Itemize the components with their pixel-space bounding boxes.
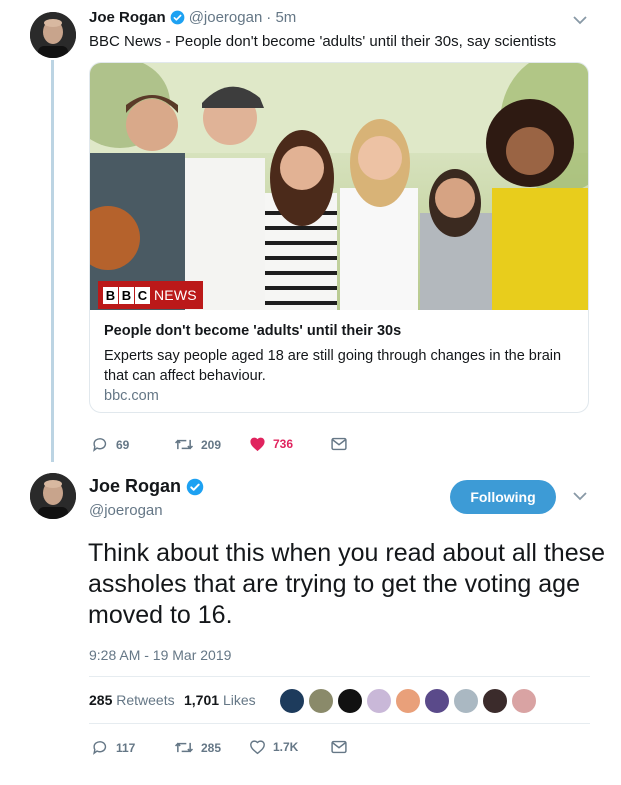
reply-icon bbox=[93, 438, 107, 452]
likes-count: 1,701 bbox=[184, 692, 220, 708]
message-icon bbox=[331, 437, 347, 451]
liker-avatar[interactable] bbox=[511, 688, 537, 714]
retweet-button[interactable]: 209 bbox=[174, 436, 221, 453]
liker-avatar[interactable] bbox=[308, 688, 334, 714]
logo-letter: B bbox=[103, 286, 118, 304]
tweet-time[interactable]: · 5m bbox=[266, 9, 296, 26]
reply-button[interactable]: 117 bbox=[92, 739, 135, 756]
liker-avatar[interactable] bbox=[424, 688, 450, 714]
liker-avatar[interactable] bbox=[337, 688, 363, 714]
likes-label: Likes bbox=[222, 692, 256, 708]
card-domain: bbc.com bbox=[104, 388, 159, 404]
heart-icon bbox=[250, 437, 265, 452]
liker-avatar[interactable] bbox=[453, 688, 479, 714]
chevron-down-icon[interactable] bbox=[572, 13, 588, 31]
reply-icon bbox=[93, 741, 107, 755]
like-button[interactable]: 1.7K bbox=[249, 739, 298, 755]
heart-icon bbox=[250, 740, 265, 755]
reply-button[interactable]: 69 bbox=[92, 436, 129, 453]
direct-message-button[interactable] bbox=[331, 437, 354, 451]
tweet-text: BBC News - People don't become 'adults' … bbox=[89, 33, 557, 50]
logo-word: NEWS bbox=[154, 287, 197, 303]
likes-stat[interactable]: 1,701 Likes bbox=[184, 692, 256, 708]
retweet-button[interactable]: 285 bbox=[174, 739, 221, 756]
liker-avatar[interactable] bbox=[482, 688, 508, 714]
retweets-count: 285 bbox=[89, 692, 113, 708]
author-handle[interactable]: @joerogan bbox=[89, 502, 163, 519]
reply-count: 117 bbox=[116, 740, 136, 755]
like-button[interactable]: 736 bbox=[249, 436, 293, 452]
link-card[interactable]: B B C NEWS People don't become 'adults' … bbox=[89, 62, 589, 413]
direct-message-button[interactable] bbox=[331, 740, 354, 754]
tweet-timestamp[interactable]: 9:28 AM - 19 Mar 2019 bbox=[89, 647, 231, 663]
following-button[interactable]: Following bbox=[450, 480, 556, 514]
avatar[interactable] bbox=[30, 12, 76, 58]
card-title: People don't become 'adults' until their… bbox=[104, 323, 402, 339]
liker-avatar[interactable] bbox=[279, 688, 305, 714]
liker-avatar[interactable] bbox=[395, 688, 421, 714]
logo-letter: B bbox=[119, 286, 134, 304]
retweet-icon bbox=[174, 742, 194, 753]
retweet-count: 209 bbox=[201, 437, 222, 452]
retweets-stat[interactable]: 285 Retweets bbox=[89, 692, 175, 708]
author-name-row: Joe Rogan bbox=[89, 476, 204, 497]
like-count: 736 bbox=[273, 437, 294, 451]
verified-badge-icon bbox=[186, 478, 204, 496]
logo-letter: C bbox=[135, 286, 150, 304]
thread-connector-line bbox=[51, 60, 54, 462]
retweet-icon bbox=[174, 439, 194, 450]
chevron-down-icon[interactable] bbox=[572, 489, 588, 507]
liker-avatars bbox=[279, 688, 540, 714]
avatar[interactable] bbox=[30, 473, 76, 519]
reply-count: 69 bbox=[116, 437, 130, 452]
verified-badge-icon bbox=[170, 10, 185, 25]
bbc-news-logo: B B C NEWS bbox=[98, 281, 203, 309]
author-handle[interactable]: @joerogan bbox=[189, 9, 263, 26]
tweet-stats: 285 Retweets 1,701 Likes bbox=[89, 676, 590, 724]
message-icon bbox=[331, 740, 347, 754]
author-name[interactable]: Joe Rogan bbox=[89, 9, 166, 26]
author-name[interactable]: Joe Rogan bbox=[89, 476, 181, 497]
liker-avatar[interactable] bbox=[366, 688, 392, 714]
card-image bbox=[90, 63, 588, 310]
retweet-count: 285 bbox=[201, 740, 222, 755]
tweet-header: Joe Rogan @joerogan · 5m bbox=[89, 9, 296, 26]
like-count: 1.7K bbox=[273, 740, 299, 754]
card-description: Experts say people aged 18 are still goi… bbox=[104, 348, 562, 384]
retweets-label: Retweets bbox=[116, 692, 175, 708]
tweet-text: Think about this when you read about all… bbox=[88, 539, 606, 629]
